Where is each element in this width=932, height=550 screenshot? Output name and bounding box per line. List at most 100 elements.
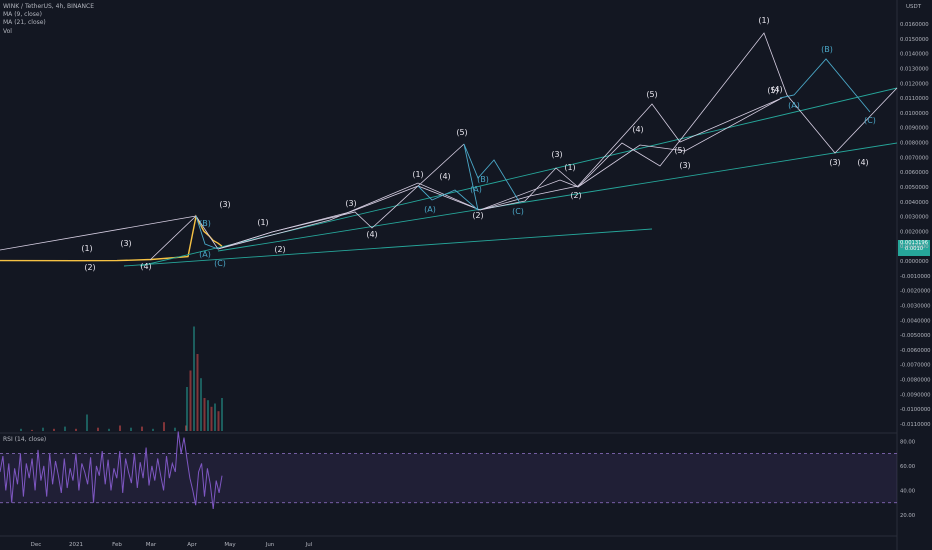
price-tick-label: 0.0100000 [900,111,929,117]
price-tick-label: 0.0010000 [900,244,929,250]
trend-line [123,228,653,267]
price-tick-label: 0.0120000 [900,81,929,87]
price-tick-label: -0.0110000 [900,422,931,428]
corrective-wave-label: (A) [424,205,436,214]
trend-line [139,87,898,267]
wave-label: (3) [679,161,690,170]
volume-bar [31,429,33,431]
corrective-wave-label: (A) [788,101,800,110]
volume-bar [163,422,165,431]
volume-bar [97,427,99,431]
price-tick-label: 0.0070000 [900,155,929,161]
wave-path-line [217,97,783,250]
wave-label: (5) [674,146,685,155]
price-tick-label: 0.0020000 [900,229,929,235]
volume-bar [130,427,132,431]
wave-label: (4) [857,158,868,167]
price-tick-label: -0.0030000 [900,303,931,309]
rsi-tick-label: 80.00 [900,439,916,445]
wave-label: (2) [472,211,483,220]
corrective-wave-label: (B) [821,45,833,54]
wave-label: (1) [758,16,769,25]
volume-bar [86,414,88,431]
corrective-wave-label: (C) [864,116,876,125]
volume-bar [186,387,188,431]
rsi-tick-label: 40.00 [900,488,916,494]
volume-bar [203,398,206,431]
wave-label: (3) [345,199,356,208]
price-tick-label: 0.0050000 [900,185,929,191]
price-tick-label: -0.0100000 [900,407,931,413]
wave-label: (4) [366,230,377,239]
wave-label: (5) [646,90,657,99]
time-tick-label: Jun [265,542,275,548]
volume-bar [20,428,22,431]
corrective-wave-label: (A) [470,185,482,194]
volume-bar [75,428,77,431]
price-tick-label: 0.0160000 [900,22,929,28]
wave-label: (1) [564,163,575,172]
volume-bar [189,370,192,431]
volume-bar [210,406,213,431]
wave-path-line [0,215,197,251]
time-tick-label: Mar [146,542,157,548]
wave-path-line [217,32,898,250]
volume-bar [108,428,110,431]
price-tick-label: 0.0150000 [900,37,929,43]
wave-label: (1) [257,218,268,227]
wave-label: (2) [274,245,285,254]
wave-label: (5) [456,128,467,137]
time-tick-label: Apr [187,542,197,548]
price-tick-label: -0.0060000 [900,348,931,354]
wave-label: (3) [219,200,230,209]
rsi-tick-label: 60.00 [900,464,916,470]
time-tick-label: Dec [31,542,42,548]
volume-bar [42,427,44,431]
time-tick-label: Jul [305,542,313,548]
wave-label: (4) [632,125,643,134]
price-tick-label: -0.0010000 [900,274,931,280]
wave-label: (4) [771,85,782,94]
wave-label: (2) [84,263,95,272]
corrective-wave-label: (B) [477,175,489,184]
wave-label: (1) [412,170,423,179]
wave-path-line [479,98,781,211]
price-tick-label: -0.0050000 [900,333,931,339]
volume-bar [119,425,121,431]
wave-path-line [217,143,465,250]
trend-line [217,142,898,252]
corrective-wave-label: (C) [214,259,226,268]
volume-bar [207,400,209,431]
wave-label: (2) [570,191,581,200]
rsi-tick-label: 20.00 [900,513,916,519]
volume-bar [200,378,202,431]
volume-bar [214,403,216,431]
volume-bar [141,426,143,431]
price-tick-label: -0.0070000 [900,363,931,369]
price-tick-label: 0.0140000 [900,52,929,58]
price-tick-label: 0.0000000 [900,259,929,265]
price-tick-label: -0.0080000 [900,378,931,384]
volume-bar [217,411,220,431]
wave-label: (3) [120,239,131,248]
wave-label: (3) [829,158,840,167]
corrective-wave-label: (A) [199,250,211,259]
volume-bar [193,326,195,431]
volume-bar [196,354,199,431]
volume-bar [221,398,223,431]
volume-bar [174,427,176,431]
volume-bar [64,426,66,431]
time-tick-label: 2021 [69,542,83,548]
price-chart[interactable]: 0.0160000 0.0150000 0.0140000 0.0130000 0.01… [0,0,932,550]
volume-bar [152,428,154,431]
price-tick-label: 0.0130000 [900,66,929,72]
price-tick-label: -0.0090000 [900,392,931,398]
time-tick-label: May [224,542,236,548]
price-tick-label: 0.0090000 [900,126,929,132]
price-tick-label: 0.0040000 [900,200,929,206]
price-tick-label: 0.0060000 [900,170,929,176]
wave-label: (3) [551,150,562,159]
price-tick-label: 0.0110000 [900,96,929,102]
corrective-wave-label: (C) [512,207,524,216]
price-tick-label: 0.0080000 [900,141,929,147]
